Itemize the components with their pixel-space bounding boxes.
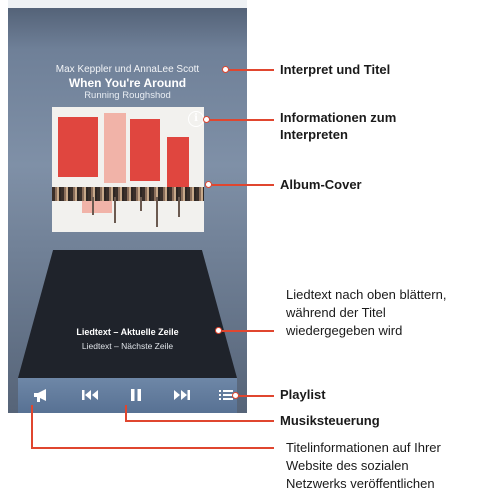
label-lyrics-2: während der Titel <box>286 305 386 320</box>
callout-line <box>125 405 127 421</box>
callout-dot <box>222 66 229 73</box>
cover-paint-stroke <box>167 137 189 187</box>
callout-dot <box>215 327 222 334</box>
label-lyrics-1: Liedtext nach oben blättern, <box>286 287 447 302</box>
cover-paint-stroke <box>58 117 98 177</box>
callout-line <box>229 69 274 71</box>
artist-info-icon[interactable]: i <box>188 111 204 127</box>
callout-line <box>212 184 274 186</box>
cover-paint-drip <box>140 197 142 211</box>
lyrics-next-line: Liedtext – Nächste Zeile <box>81 341 174 351</box>
label-share-1: Titelinformationen auf Ihrer <box>286 440 441 455</box>
callout-line <box>125 420 274 422</box>
album-cover[interactable] <box>52 107 204 232</box>
playback-controls <box>18 378 237 413</box>
label-artist-title: Interpret und Titel <box>280 62 391 77</box>
cover-paint-drip <box>114 197 116 223</box>
cover-paint-drip <box>156 197 158 227</box>
label-artist-info-1: Informationen zum <box>280 110 397 125</box>
label-album-cover: Album-Cover <box>280 177 362 192</box>
label-playlist: Playlist <box>280 387 326 402</box>
label-lyrics-3: wiedergegeben wird <box>286 323 403 338</box>
pause-icon[interactable] <box>128 386 144 404</box>
label-share-2: Website des sozialen <box>286 458 409 473</box>
cover-paint-band <box>52 187 204 201</box>
lyrics-current-line: Liedtext – Aktuelle Zeile <box>76 327 179 337</box>
label-share-3: Netzwerks veröffentlichen <box>286 476 435 491</box>
label-music-controls: Musiksteuerung <box>280 413 380 428</box>
cover-paint-stroke <box>82 201 112 213</box>
track-title: When You're Around <box>68 76 187 90</box>
previous-icon[interactable] <box>80 386 100 404</box>
cover-paint-drip <box>92 197 94 215</box>
label-artist-info-2: Interpreten <box>280 127 348 142</box>
callout-dot <box>203 116 210 123</box>
next-icon[interactable] <box>172 386 192 404</box>
music-player-screen: Max Keppler und AnnaLee Scott When You'r… <box>8 0 247 413</box>
callout-line <box>31 405 33 449</box>
callout-dot <box>232 392 239 399</box>
cover-paint-stroke <box>104 113 126 183</box>
track-album: Running Roughshod <box>84 90 171 101</box>
callout-dot <box>205 181 212 188</box>
cover-paint-stroke <box>130 119 160 181</box>
callout-line <box>222 330 274 332</box>
track-artist: Max Keppler und AnnaLee Scott <box>55 64 200 75</box>
cover-paint-drip <box>178 197 180 217</box>
share-icon[interactable] <box>32 386 50 404</box>
callout-line <box>31 447 274 449</box>
callout-line <box>239 395 274 397</box>
lyrics-panel[interactable] <box>18 250 237 378</box>
screen-top-edge <box>8 0 247 8</box>
callout-line <box>210 119 274 121</box>
